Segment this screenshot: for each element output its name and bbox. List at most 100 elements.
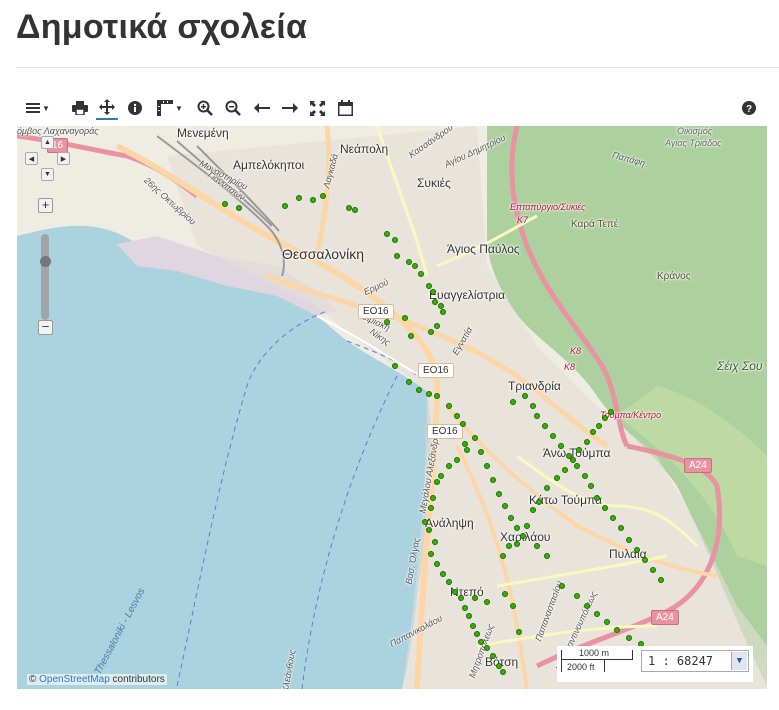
school-marker[interactable] [530, 403, 536, 409]
zoom-slider-handle[interactable] [40, 256, 51, 267]
school-marker[interactable] [484, 463, 490, 469]
school-marker[interactable] [658, 577, 664, 583]
school-marker[interactable] [392, 237, 398, 243]
school-marker[interactable] [574, 593, 580, 599]
school-marker[interactable] [310, 197, 316, 203]
school-marker[interactable] [559, 583, 565, 589]
school-marker[interactable] [434, 561, 440, 567]
school-marker[interactable] [524, 523, 530, 529]
school-marker[interactable] [510, 399, 516, 405]
school-marker[interactable] [530, 507, 536, 513]
school-marker[interactable] [514, 525, 520, 531]
school-marker[interactable] [484, 599, 490, 605]
school-marker[interactable] [500, 553, 506, 559]
school-marker[interactable] [584, 603, 590, 609]
school-marker[interactable] [626, 635, 632, 641]
school-marker[interactable] [460, 421, 466, 427]
fullscreen-button[interactable] [308, 96, 326, 120]
school-marker[interactable] [500, 669, 506, 675]
back-button[interactable] [252, 96, 272, 120]
school-marker[interactable] [508, 515, 514, 521]
school-marker[interactable] [496, 491, 502, 497]
school-marker[interactable] [406, 259, 412, 265]
school-marker[interactable] [472, 435, 478, 441]
school-marker[interactable] [596, 423, 602, 429]
school-marker[interactable] [542, 423, 548, 429]
school-marker[interactable] [534, 413, 540, 419]
school-marker[interactable] [352, 207, 358, 213]
layers-menu-button[interactable]: ▼ [22, 96, 54, 120]
school-marker[interactable] [466, 613, 472, 619]
info-button[interactable] [126, 96, 144, 120]
school-marker[interactable] [566, 453, 572, 459]
pan-down-button[interactable]: ▼ [41, 168, 54, 181]
school-marker[interactable] [446, 579, 452, 585]
school-marker[interactable] [384, 319, 390, 325]
school-marker[interactable] [384, 231, 390, 237]
zoom-in-map-button[interactable]: + [38, 198, 53, 213]
openstreetmap-link[interactable]: OpenStreetMap [39, 674, 110, 685]
school-marker[interactable] [426, 391, 432, 397]
school-marker[interactable] [516, 629, 522, 635]
school-marker[interactable] [446, 463, 452, 469]
school-marker[interactable] [434, 479, 440, 485]
school-marker[interactable] [536, 499, 542, 505]
school-marker[interactable] [608, 409, 614, 415]
school-marker[interactable] [426, 283, 432, 289]
school-marker[interactable] [474, 631, 480, 637]
school-marker[interactable] [544, 485, 550, 491]
school-marker[interactable] [584, 439, 590, 445]
school-marker[interactable] [490, 653, 496, 659]
school-marker[interactable] [506, 543, 512, 549]
school-marker[interactable] [428, 329, 434, 335]
school-marker[interactable] [462, 605, 468, 611]
school-marker[interactable] [392, 363, 398, 369]
pan-up-button[interactable]: ▲ [41, 136, 54, 149]
school-marker[interactable] [574, 463, 580, 469]
school-marker[interactable] [522, 393, 528, 399]
scale-ratio-select[interactable]: 1 : 68247 ▼ [641, 650, 749, 672]
school-marker[interactable] [422, 519, 428, 525]
school-marker[interactable] [446, 403, 452, 409]
print-button[interactable] [70, 96, 90, 120]
school-marker[interactable] [590, 429, 596, 435]
school-marker[interactable] [634, 547, 640, 553]
pan-right-button[interactable]: ▶ [57, 152, 70, 165]
school-marker[interactable] [432, 539, 438, 545]
school-marker[interactable] [484, 645, 490, 651]
pan-left-button[interactable]: ◀ [25, 152, 38, 165]
school-marker[interactable] [576, 447, 582, 453]
school-marker[interactable] [602, 415, 608, 421]
forward-button[interactable] [280, 96, 300, 120]
school-marker[interactable] [544, 553, 550, 559]
school-marker[interactable] [454, 413, 460, 419]
school-marker[interactable] [346, 205, 352, 211]
school-marker[interactable] [434, 323, 440, 329]
school-marker[interactable] [434, 393, 440, 399]
school-marker[interactable] [534, 543, 540, 549]
school-marker[interactable] [408, 333, 414, 339]
school-marker[interactable] [236, 205, 242, 211]
school-marker[interactable] [454, 457, 460, 463]
school-marker[interactable] [502, 503, 508, 509]
school-marker[interactable] [558, 443, 564, 449]
school-marker[interactable] [550, 433, 556, 439]
pan-button[interactable] [96, 96, 118, 120]
school-marker[interactable] [610, 515, 616, 521]
school-marker[interactable] [418, 271, 424, 277]
school-marker[interactable] [430, 289, 436, 295]
school-marker[interactable] [514, 541, 520, 547]
school-marker[interactable] [554, 475, 560, 481]
school-marker[interactable] [440, 571, 446, 577]
school-marker[interactable] [626, 537, 632, 543]
school-marker[interactable] [432, 299, 438, 305]
school-marker[interactable] [562, 467, 568, 473]
zoom-in-button[interactable] [196, 96, 214, 120]
help-button[interactable]: ? [740, 96, 758, 120]
school-marker[interactable] [490, 477, 496, 483]
school-marker[interactable] [478, 639, 484, 645]
school-marker[interactable] [510, 603, 516, 609]
measure-button[interactable]: ▼ [154, 96, 186, 120]
school-marker[interactable] [428, 505, 434, 511]
school-marker[interactable] [502, 591, 508, 597]
